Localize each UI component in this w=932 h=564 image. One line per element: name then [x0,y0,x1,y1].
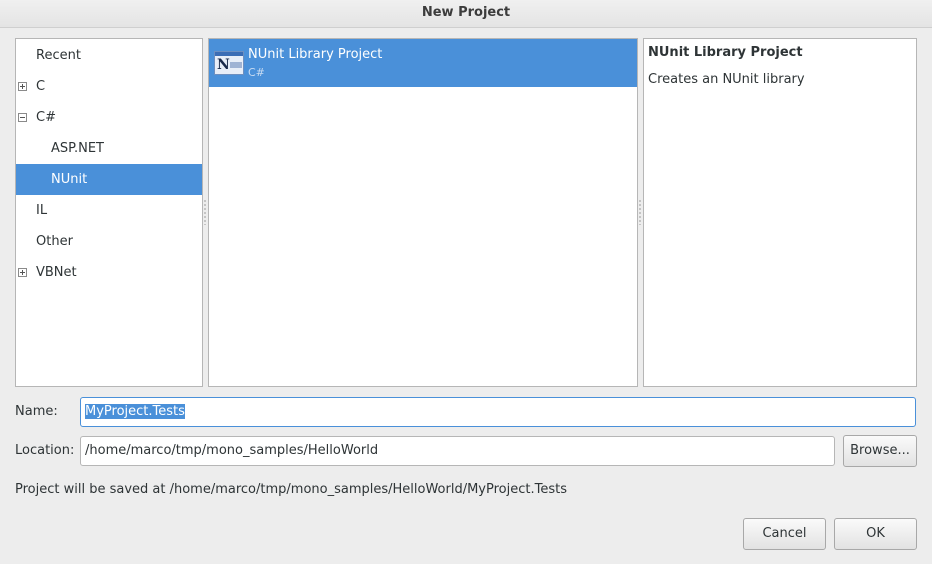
dialog-title: New Project [0,0,932,28]
category-item-c[interactable]: C [16,71,202,102]
category-item-recent[interactable]: Recent [16,40,202,71]
expand-icon[interactable] [18,82,27,91]
cancel-button[interactable]: Cancel [743,518,826,550]
pane-resize-handle-left[interactable] [204,199,206,225]
browse-button[interactable]: Browse... [843,435,917,467]
category-item-il[interactable]: IL [16,195,202,226]
category-label: Recent [36,48,81,63]
location-input-value: /home/marco/tmp/mono_samples/HelloWorld [85,443,379,458]
nunit-project-icon: N [214,51,244,75]
name-input[interactable]: MyProject.Tests [80,397,916,427]
location-input[interactable]: /home/marco/tmp/mono_samples/HelloWorld [80,436,835,466]
template-item-nunit-library[interactable]: N NUnit Library Project C# [209,39,637,87]
category-tree[interactable]: Recent C C# ASP.NET NUnit IL Other VBNet [15,38,203,387]
description-title: NUnit Library Project [648,45,803,60]
category-item-nunit[interactable]: NUnit [16,164,202,195]
description-text: Creates an NUnit library [648,72,805,87]
name-label: Name: [15,404,58,419]
category-label: C [36,79,46,94]
template-list[interactable]: N NUnit Library Project C# [208,38,638,387]
expand-icon[interactable] [18,268,27,277]
category-item-c[interactable]: C# [16,102,202,133]
location-label: Location: [15,443,75,458]
name-input-value: MyProject.Tests [85,404,185,419]
category-label: IL [36,203,48,218]
pane-resize-handle-right[interactable] [639,199,641,225]
category-label: C# [36,110,56,125]
template-language: C# [248,66,265,79]
category-item-other[interactable]: Other [16,226,202,257]
collapse-icon[interactable] [18,113,27,122]
ok-button[interactable]: OK [834,518,917,550]
category-item-vbnet[interactable]: VBNet [16,257,202,288]
template-name: NUnit Library Project [248,47,383,62]
category-label: VBNet [36,265,77,280]
category-item-asp-net[interactable]: ASP.NET [16,133,202,164]
category-label: NUnit [51,172,88,187]
category-label: Other [36,234,73,249]
save-path-info: Project will be saved at /home/marco/tmp… [15,482,567,497]
template-description-panel: NUnit Library Project Creates an NUnit l… [643,38,917,387]
category-label: ASP.NET [51,141,104,156]
